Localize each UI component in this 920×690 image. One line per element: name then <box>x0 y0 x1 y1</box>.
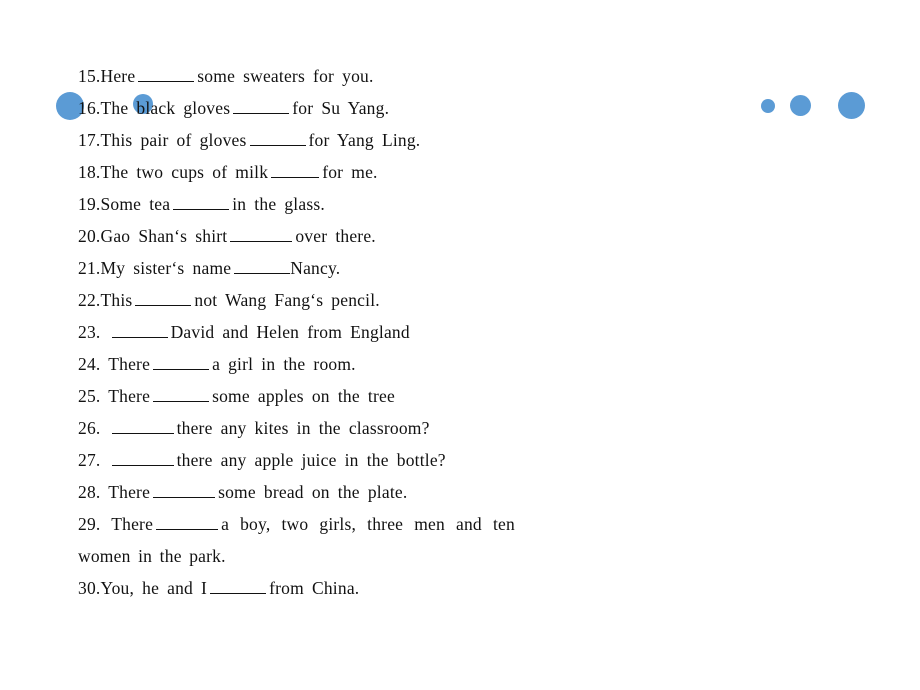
answer-blank[interactable] <box>111 451 174 466</box>
exercise-item: 18.The two cups of milk for me. <box>78 156 548 188</box>
exercise-item-number: 26. <box>78 418 101 438</box>
exercise-item-continuation: women in the park. <box>78 540 548 572</box>
answer-blank[interactable] <box>153 387 210 402</box>
exercise-item: 24. There a girl in the room. <box>78 348 548 380</box>
exercise-item: 30.You, he and I from China. <box>78 572 548 604</box>
answer-blank[interactable] <box>249 131 306 146</box>
answer-blank[interactable] <box>153 355 210 370</box>
exercise-item-number: 28. <box>78 482 101 502</box>
exercise-item: 20.Gao Shan‘s shirt over there. <box>78 220 548 252</box>
exercise-item-text-before-blank: Gao Shan‘s shirt <box>100 226 228 246</box>
exercise-item-text-after-blank: David and Helen from England <box>170 322 410 342</box>
right-small-circle <box>761 99 775 113</box>
exercise-item-text-before-blank: There <box>108 354 151 374</box>
exercise-item-text-after-blank: a boy, two girls, three men and ten <box>221 514 515 534</box>
exercise-item-text-after-blank: for Su Yang. <box>292 98 390 118</box>
exercise-item-text-before-blank: You, he and I <box>100 578 208 598</box>
exercise-item-number: 25. <box>78 386 101 406</box>
exercise-item-text-before-blank: This <box>100 290 133 310</box>
exercise-item-number: 17. <box>78 130 101 150</box>
exercise-item-text-after-blank: from China. <box>269 578 360 598</box>
slide-canvas: 15.Here some sweaters for you. 16.The blac… <box>0 0 920 690</box>
exercise-item: 26. there any kites in the classroom? <box>78 412 548 444</box>
answer-blank[interactable] <box>271 163 320 178</box>
exercise-item-number: 24. <box>78 354 101 374</box>
exercise-item-text-after-blank: over there. <box>295 226 376 246</box>
exercise-item-text-before-blank: There <box>108 482 151 502</box>
exercise-item: 15.Here some sweaters for you. <box>78 60 548 92</box>
exercise-item-number: 20. <box>78 226 101 246</box>
exercise-item: 28. There some bread on the plate. <box>78 476 548 508</box>
answer-blank[interactable] <box>230 227 293 242</box>
exercise-item-text-before-blank: Here <box>100 66 136 86</box>
exercise-item-text-before-blank: The black gloves <box>100 98 231 118</box>
exercise-item-text-before-blank: Some tea <box>100 194 171 214</box>
answer-blank[interactable] <box>234 259 291 274</box>
exercise-item-number: 21. <box>78 258 101 278</box>
answer-blank[interactable] <box>173 195 230 210</box>
exercise-item-text-after-blank: some apples on the tree <box>212 386 395 406</box>
exercise-item-number: 29. <box>78 514 101 534</box>
right-medium-circle <box>790 95 811 116</box>
exercise-item: 25. There some apples on the tree <box>78 380 548 412</box>
exercise-item: 19.Some tea in the glass. <box>78 188 548 220</box>
exercise-item-text-after-blank: some bread on the plate. <box>218 482 408 502</box>
exercise-item: 21.My sister‘s name Nancy. <box>78 252 548 284</box>
exercise-item-number: 27. <box>78 450 101 470</box>
exercise-item-text-after-blank: there any kites in the classroom? <box>176 418 430 438</box>
answer-blank[interactable] <box>111 419 174 434</box>
exercise-item-text-after-blank: there any apple juice in the bottle? <box>176 450 446 470</box>
exercise-list: 15.Here some sweaters for you. 16.The blac… <box>78 60 548 604</box>
exercise-item-text-before-blank: There <box>108 386 151 406</box>
exercise-item-text-after-blank: some sweaters for you. <box>197 66 374 86</box>
exercise-item-number: 15. <box>78 66 101 86</box>
exercise-item: 23. David and Helen from England <box>78 316 548 348</box>
exercise-item-number: 30. <box>78 578 101 598</box>
exercise-item-text-after-blank: not Wang Fang‘s pencil. <box>194 290 380 310</box>
exercise-item-text-after-blank: for Yang Ling. <box>308 130 421 150</box>
exercise-item-number: 16. <box>78 98 101 118</box>
exercise-item: 22.This not Wang Fang‘s pencil. <box>78 284 548 316</box>
answer-blank[interactable] <box>233 99 290 114</box>
answer-blank[interactable] <box>111 323 168 338</box>
answer-blank[interactable] <box>210 579 267 594</box>
exercise-item-text-before-blank: The two cups of milk <box>100 162 269 182</box>
exercise-item-text-before-blank: My sister‘s name <box>100 258 232 278</box>
exercise-item-number: 18. <box>78 162 101 182</box>
right-large-circle <box>838 92 865 119</box>
exercise-item-text-before-blank: There <box>111 514 154 534</box>
answer-blank[interactable] <box>153 483 216 498</box>
exercise-item-number: 19. <box>78 194 101 214</box>
exercise-item-text-before-blank: This pair of gloves <box>100 130 247 150</box>
exercise-item-text-after-blank: for me. <box>322 162 378 182</box>
exercise-item: 29. There a boy, two girls, three men and… <box>78 508 548 540</box>
answer-blank[interactable] <box>156 515 219 530</box>
exercise-item-text-after-blank: in the glass. <box>232 194 325 214</box>
answer-blank[interactable] <box>135 291 192 306</box>
answer-blank[interactable] <box>138 67 195 82</box>
exercise-item: 17.This pair of gloves for Yang Ling. <box>78 124 548 156</box>
exercise-item-number: 22. <box>78 290 101 310</box>
exercise-item-text-before-blank: women in the park. <box>78 546 226 566</box>
exercise-item-number: 23. <box>78 322 101 342</box>
exercise-item: 16.The black gloves for Su Yang. <box>78 92 548 124</box>
exercise-item: 27. there any apple juice in the bottle? <box>78 444 548 476</box>
exercise-item-text-after-blank: Nancy. <box>290 258 341 278</box>
exercise-item-text-after-blank: a girl in the room. <box>212 354 356 374</box>
